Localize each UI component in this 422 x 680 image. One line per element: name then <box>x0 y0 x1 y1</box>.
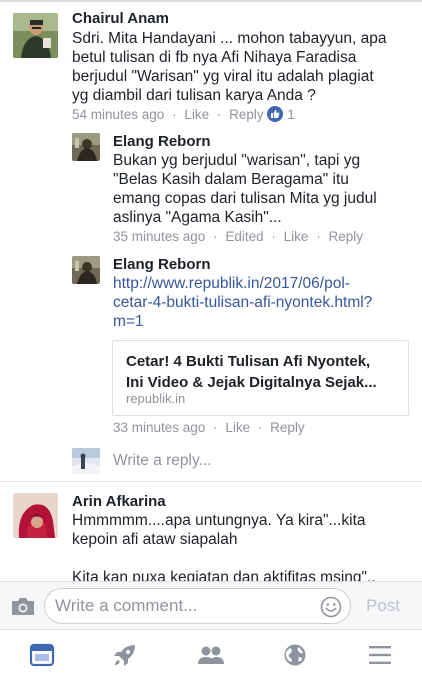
like-link[interactable]: Like <box>225 420 250 435</box>
reply-link[interactable]: Reply <box>229 107 264 122</box>
bottom-tab-bar <box>0 630 422 680</box>
shared-link-url[interactable]: http://www.republik.in/2017/06/pol- ceta… <box>113 274 413 331</box>
like-link[interactable]: Like <box>284 229 309 244</box>
rocket-icon[interactable] <box>112 642 140 670</box>
comment-meta: 35 minutes ago · Edited · Like · Reply <box>113 229 363 244</box>
timestamp: 35 minutes ago <box>113 229 206 244</box>
avatar[interactable] <box>13 13 58 58</box>
commenter-name[interactable]: Chairul Anam <box>72 10 169 27</box>
link-preview-title[interactable]: Cetar! 4 Bukti Tulisan Afi Nyontek, Ini … <box>126 351 401 393</box>
commenter-name[interactable]: Elang Reborn <box>113 133 211 150</box>
commenter-name[interactable]: Elang Reborn <box>113 256 211 273</box>
smiley-icon[interactable] <box>320 596 342 623</box>
avatar[interactable] <box>13 493 58 538</box>
link-preview-domain: republik.in <box>126 391 186 406</box>
reply-link[interactable]: Reply <box>270 420 305 435</box>
timestamp: 54 minutes ago <box>72 107 165 122</box>
reply-link[interactable]: Reply <box>328 229 363 244</box>
globe-icon[interactable] <box>282 642 310 670</box>
like-count[interactable]: 1 <box>287 107 295 122</box>
news-feed-icon[interactable] <box>29 642 57 670</box>
post-button[interactable]: Post <box>366 596 400 616</box>
avatar[interactable] <box>72 133 100 161</box>
divider <box>0 481 422 482</box>
like-thumb-icon[interactable] <box>267 106 284 122</box>
comment-meta: 33 minutes ago · Like · Reply <box>113 420 305 435</box>
friends-icon[interactable] <box>197 642 225 670</box>
menu-icon[interactable] <box>367 642 395 670</box>
reply-input[interactable]: Write a reply... <box>113 452 211 470</box>
comment-input[interactable] <box>55 595 305 617</box>
commenter-name[interactable]: Arin Afkarina <box>72 493 166 510</box>
my-avatar <box>72 448 100 474</box>
like-link[interactable]: Like <box>184 107 209 122</box>
avatar[interactable] <box>72 256 100 284</box>
camera-icon[interactable] <box>11 597 35 621</box>
comment-field[interactable] <box>44 588 351 624</box>
timestamp: 33 minutes ago <box>113 420 206 435</box>
comment-text: Hmmmmm....apa untungnya. Ya kira"...kita… <box>72 512 376 586</box>
comment-text: Bukan yg berjudul "warisan", tapi yg "Be… <box>113 152 377 226</box>
comment-composer: Post <box>0 581 422 630</box>
comment-text: Sdri. Mita Handayani ... mohon tabayyun,… <box>72 30 387 104</box>
edited-label[interactable]: Edited <box>225 229 263 244</box>
link-preview-card[interactable]: Cetar! 4 Bukti Tulisan Afi Nyontek, Ini … <box>112 340 409 416</box>
top-divider <box>0 0 422 2</box>
comment-meta: 54 minutes ago · Like · Reply 1 <box>72 106 295 122</box>
